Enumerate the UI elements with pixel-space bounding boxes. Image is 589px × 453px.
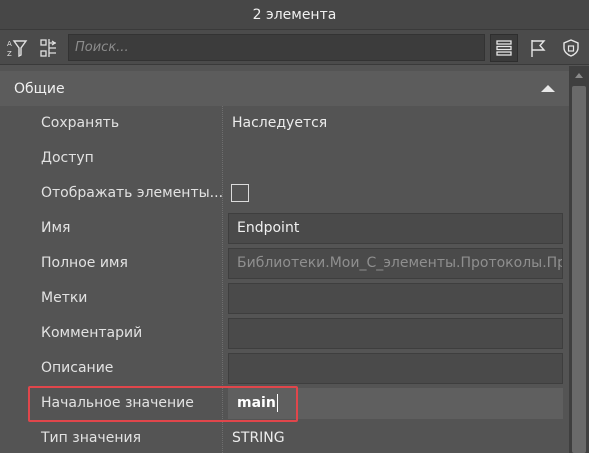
tags-field[interactable] (228, 283, 563, 314)
scrollbar-thumb[interactable] (572, 86, 586, 453)
scroll-up-arrow-icon[interactable] (575, 73, 583, 78)
property-row-tags: Метки (0, 281, 569, 316)
property-label: Сохранять (41, 115, 120, 131)
property-row-name: Имя Endpoint (0, 211, 569, 246)
section-title: Общие (14, 80, 65, 97)
window-title: 2 элемента (0, 0, 589, 29)
list-icon (496, 40, 512, 56)
name-field[interactable]: Endpoint (228, 213, 563, 244)
sort-filter-icon: A Z (7, 40, 28, 58)
list-view-button[interactable] (490, 34, 518, 62)
property-value[interactable]: Наследуется (232, 106, 327, 141)
description-field[interactable] (228, 353, 563, 384)
flag-icon (531, 40, 546, 57)
section-header-general[interactable]: Общие (0, 71, 569, 106)
property-row-save: Сохранять Наследуется (0, 106, 569, 141)
property-label: Тип значения (41, 430, 141, 446)
property-row-access: Доступ (0, 141, 569, 176)
property-row-value-type: Тип значения STRING (0, 421, 569, 453)
comment-field[interactable] (228, 318, 563, 349)
value-type-value[interactable]: STRING (232, 421, 285, 453)
property-label: Метки (41, 290, 88, 306)
property-row-full-name: Полное имя Библиотеки.Мои_С_элементы.Про… (0, 246, 569, 281)
svg-text:A: A (7, 40, 12, 48)
properties-panel: Общие Сохранять Наследуется Доступ Отобр… (0, 66, 569, 453)
flag-button[interactable] (524, 34, 552, 62)
property-label: Комментарий (41, 325, 143, 341)
toolbar: A Z (0, 29, 589, 65)
collapse-arrow-icon[interactable] (541, 85, 555, 92)
shield-icon (563, 39, 579, 57)
tree-icon (40, 39, 57, 57)
property-row-description: Описание (0, 351, 569, 386)
full-name-field[interactable]: Библиотеки.Мои_С_элементы.Протоколы.Прот… (228, 248, 563, 279)
svg-text:Z: Z (7, 50, 12, 58)
search-input[interactable] (68, 34, 485, 61)
property-row-display-elements: Отображать элементы... (0, 176, 569, 211)
property-row-comment: Комментарий (0, 316, 569, 351)
display-elements-checkbox[interactable] (231, 184, 249, 202)
property-label: Имя (41, 220, 71, 236)
sort-filter-button[interactable]: A Z (3, 34, 31, 62)
property-label: Отображать элементы... (41, 185, 224, 201)
property-label: Описание (41, 360, 114, 376)
property-label: Полное имя (41, 255, 128, 271)
security-button[interactable] (557, 34, 585, 62)
property-label: Доступ (41, 150, 94, 166)
tree-view-button[interactable] (35, 34, 63, 62)
highlight-box (28, 386, 298, 422)
